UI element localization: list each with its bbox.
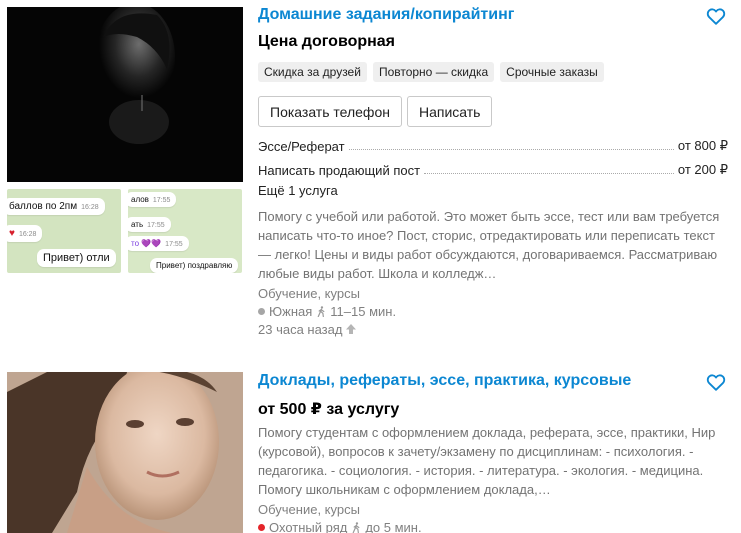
listing-description: Помогу с учебой или работой. Это может б…: [258, 209, 720, 281]
chat-bubble: ать 17:55: [128, 217, 171, 232]
listing-title[interactable]: Домашние задания/копирайтинг: [258, 6, 728, 24]
listing-category: Обучение, курсы: [258, 502, 360, 517]
listing-card[interactable]: баллов по 2пм 16:28 ♥ 16:28 Привет) отли а…: [0, 0, 741, 350]
write-message-button[interactable]: Написать: [406, 96, 493, 127]
posted-info: 23 часа назад: [258, 321, 728, 339]
tag-badge: Скидка за друзей: [258, 62, 367, 82]
chat-bubble: то 💜💜 17:55: [128, 236, 189, 251]
metro-line-dot: [258, 308, 265, 315]
tag-list: Скидка за друзей Повторно — скидка Срочн…: [258, 62, 728, 82]
leader-dots: [348, 149, 674, 150]
walk-time: 11–15 мин.: [330, 304, 397, 319]
chat-bubble: баллов по 2пм 16:28: [7, 198, 105, 215]
heart-emoji-icon: ♥: [9, 228, 15, 239]
heart-outline-icon[interactable]: [705, 5, 727, 27]
chat-bubble: Привет) отли: [37, 249, 116, 267]
service-row: Написать продающий пост от 200 ₽: [258, 158, 728, 178]
show-phone-button[interactable]: Показать телефон: [258, 96, 402, 127]
service-price: от 800 ₽: [677, 138, 728, 153]
portrait-image: [7, 372, 243, 533]
metro-info: Охотный ряд до 5 мин.: [258, 519, 728, 533]
listing-description: Помогу студентам с оформлением доклада, …: [258, 425, 716, 497]
more-services-link[interactable]: Ещё 1 услуга: [258, 183, 728, 198]
listing-category: Обучение, курсы: [258, 286, 360, 301]
metro-station: Охотный ряд: [269, 520, 348, 533]
chat-bubble: ♥ 16:28: [7, 225, 43, 242]
chat-screenshot-thumb[interactable]: алов 17:55 ать 17:55 то 💜💜 17:55 Привет) по…: [128, 189, 242, 273]
service-name: Эссе/Реферат: [258, 139, 345, 154]
listing-card[interactable]: Доклады, рефераты, эссе, практика, курсо…: [0, 370, 741, 533]
listing-meta: Обучение, курсы Южная 11–15 мин. 23 часа …: [258, 285, 728, 339]
listing-main-photo[interactable]: [7, 7, 243, 182]
chat-bubble: Привет) поздравляю: [150, 258, 239, 273]
tag-badge: Повторно — скидка: [372, 62, 495, 82]
metro-line-dot: [258, 524, 265, 531]
listing-price: Цена договорная: [258, 33, 396, 50]
listing-content: Домашние задания/копирайтинг: [258, 6, 728, 24]
walk-time: до 5 мин.: [365, 520, 422, 533]
service-list: Эссе/Реферат от 800 ₽ Написать продающий…: [258, 134, 728, 198]
tag-badge: Срочные заказы: [500, 62, 604, 82]
listing-meta: Обучение, курсы Охотный ряд до 5 мин.: [258, 501, 728, 533]
metro-info: Южная 11–15 мин.: [258, 303, 728, 321]
chat-screenshot-thumb[interactable]: баллов по 2пм 16:28 ♥ 16:28 Привет) отли: [7, 189, 121, 273]
pedestrian-icon: [353, 522, 360, 533]
service-price: от 200 ₽: [677, 162, 728, 177]
listing-main-photo[interactable]: [7, 372, 243, 533]
contact-buttons: Показать телефон Написать: [258, 96, 728, 127]
listing-title[interactable]: Доклады, рефераты, эссе, практика, курсо…: [258, 372, 728, 390]
portrait-image: [7, 7, 243, 182]
leader-dots: [424, 173, 674, 174]
pedestrian-icon: [317, 306, 325, 317]
arrow-up-icon: [346, 324, 357, 334]
service-row: Эссе/Реферат от 800 ₽: [258, 134, 728, 154]
posted-time: 23 часа назад: [258, 322, 343, 337]
chat-bubble: алов 17:55: [128, 192, 177, 207]
service-name: Написать продающий пост: [258, 163, 421, 178]
heart-outline-icon[interactable]: [705, 371, 727, 393]
metro-station: Южная: [269, 304, 313, 319]
listing-price: от 500 ₽ за услугу: [258, 401, 400, 418]
